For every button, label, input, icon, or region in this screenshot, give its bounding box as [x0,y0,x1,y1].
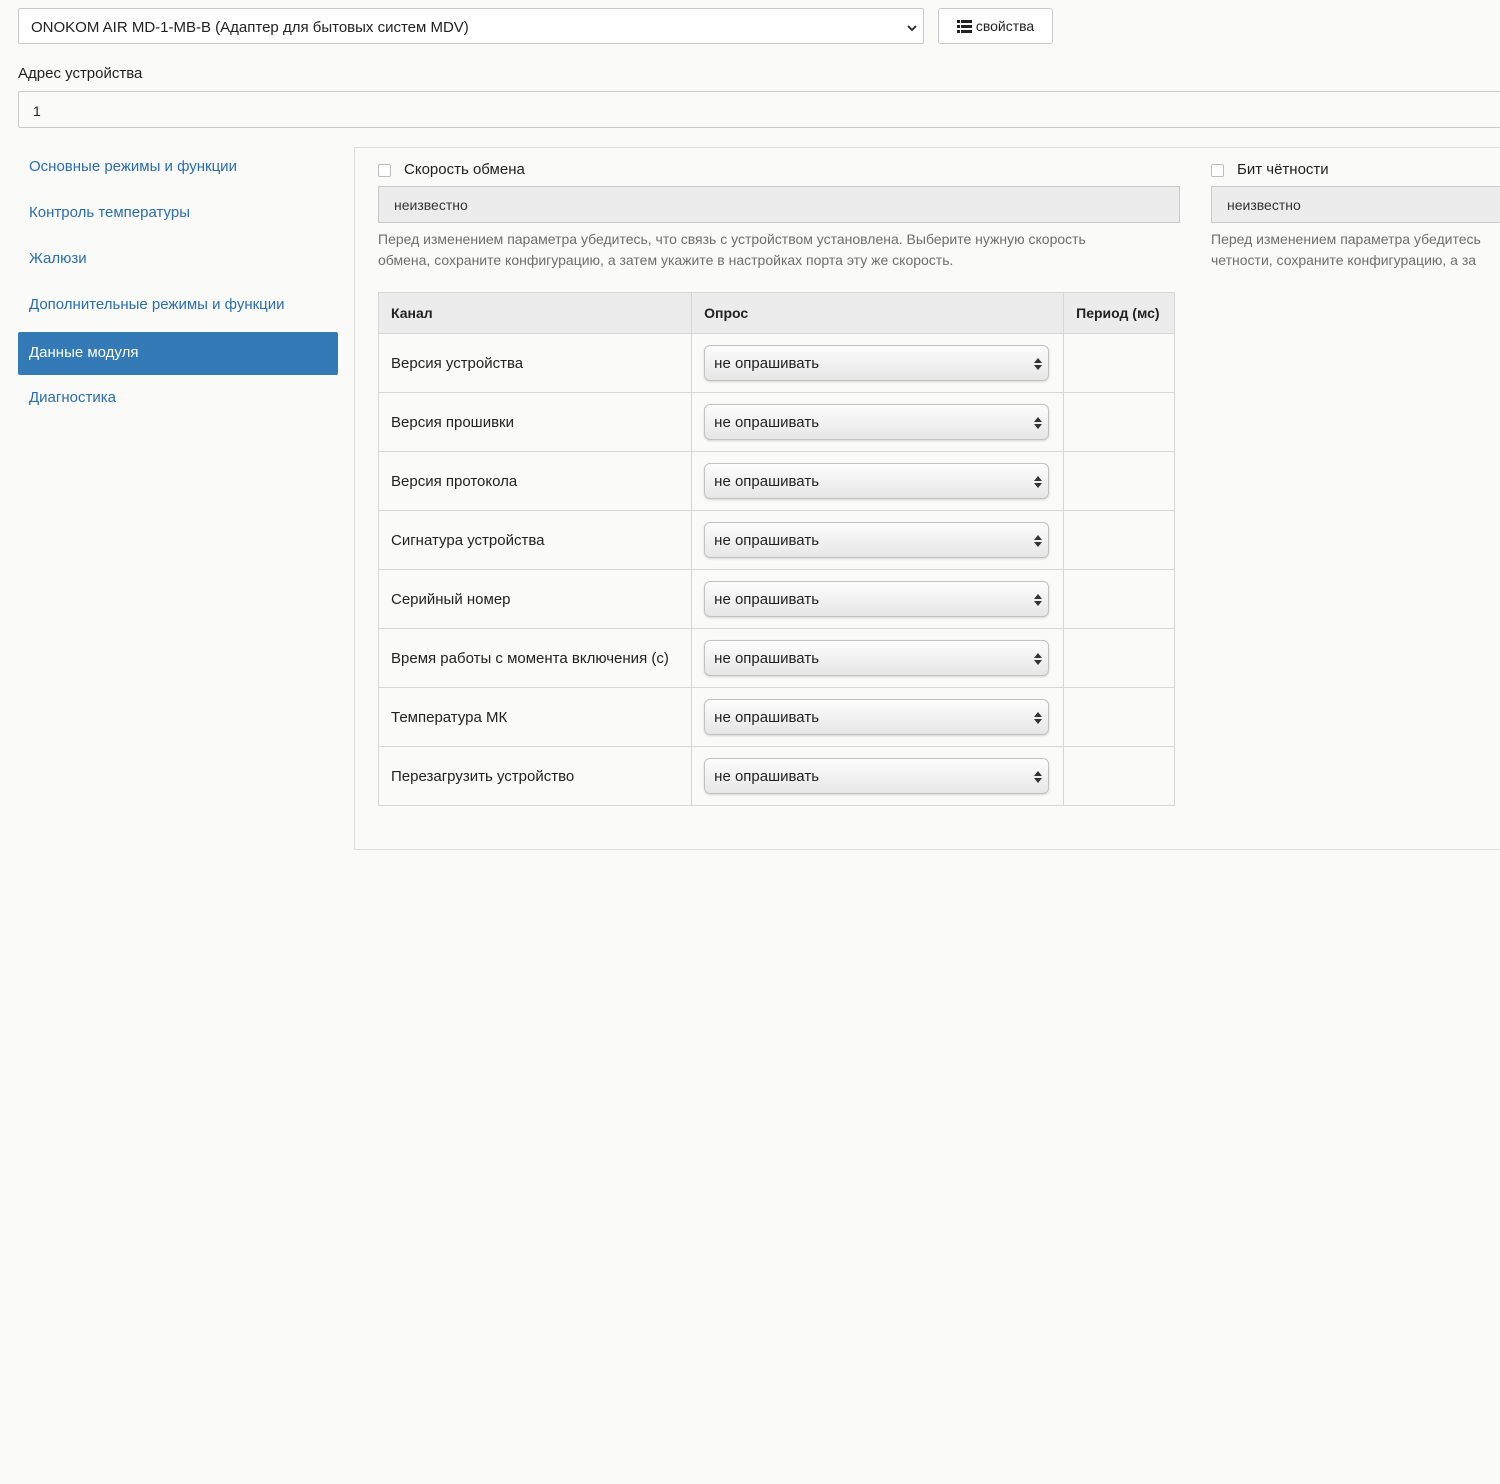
poll-select-value: не опрашивать [714,768,820,785]
poll-cell: не опрашивать [691,628,1065,688]
channel-name: Перезагрузить устройство [377,746,693,806]
channels-table: Канал Опрос Период (мс) Версия устройств… [377,292,1175,806]
poll-select-value: не опрашивать [714,414,820,431]
poll-cell: не опрашивать [691,333,1065,393]
poll-select[interactable]: не опрашивать [704,581,1050,617]
period-cell [1063,392,1175,452]
list-icon [956,19,972,33]
sidebar-item-label: Дополнительные режимы и функции [29,296,285,313]
select-arrows-icon [1034,417,1043,429]
poll-select-value: не опрашивать [714,355,820,372]
sidebar-item-main-modes[interactable]: Основные режимы и функции [18,146,338,189]
parity-label: Бит чётности [1237,161,1329,178]
channel-name: Серийный номер [377,569,693,629]
address-label: Адрес устройства [18,65,143,82]
baud-checkbox[interactable] [378,164,391,177]
address-input-value: 1 [33,103,41,119]
select-arrows-icon [1034,771,1043,783]
poll-select[interactable]: не опрашивать [704,345,1050,381]
select-arrows-icon [1034,653,1043,665]
channel-name: Сигнатура устройства [377,510,693,570]
parity-value: неизвестно [1227,197,1301,213]
channel-name: Версия прошивки [377,392,693,452]
sidebar-item-louvers[interactable]: Жалюзи [18,238,338,281]
sidebar-item-diagnostics[interactable]: Диагностика [18,377,338,420]
channel-name: Температура МК [377,687,693,747]
parity-input[interactable]: неизвестно [1211,186,1500,223]
select-arrows-icon [1034,712,1043,724]
period-cell [1063,569,1175,629]
sidebar-item-temperature[interactable]: Контроль температуры [18,192,338,235]
address-input[interactable]: 1 [18,91,1500,128]
poll-cell: не опрашивать [691,392,1065,452]
poll-select[interactable]: не опрашивать [704,640,1050,676]
baud-help: Перед изменением параметра убедитесь, чт… [378,229,1086,271]
poll-select-value: не опрашивать [714,532,820,549]
table-row: Версия прошивки не опрашивать [377,392,1175,452]
table-row: Серийный номер не опрашивать [377,569,1175,629]
poll-select[interactable]: не опрашивать [704,404,1050,440]
period-cell [1063,687,1175,747]
poll-select[interactable]: не опрашивать [704,463,1050,499]
chevron-down-icon [907,25,917,32]
poll-select[interactable]: не опрашивать [704,758,1050,794]
poll-select[interactable]: не опрашивать [704,699,1050,735]
sidebar-item-label: Диагностика [29,389,116,406]
table-header-row: Канал Опрос Период (мс) [377,292,1175,334]
period-cell [1063,333,1175,393]
channel-name: Время работы с момента включения (с) [377,628,693,688]
select-arrows-icon [1034,594,1043,606]
baud-value: неизвестно [394,197,468,213]
poll-select[interactable]: не опрашивать [704,522,1050,558]
device-select[interactable]: ONOKOM AIR MD-1-MB-B (Адаптер для бытовы… [18,8,924,44]
column-header-period: Период (мс) [1063,292,1175,334]
poll-select-value: не опрашивать [714,709,820,726]
properties-button-label: свойства [975,18,1035,34]
properties-button[interactable]: свойства [938,8,1053,44]
poll-cell: не опрашивать [691,451,1065,511]
table-row: Температура МК не опрашивать [377,687,1175,747]
baud-help-line: Перед изменением параметра убедитесь, чт… [378,231,1086,247]
column-header-poll: Опрос [691,292,1065,334]
sidebar-item-label: Контроль температуры [29,204,190,221]
sidebar-item-module-data[interactable]: Данные модуля [18,332,338,375]
parity-help-line: Перед изменением параметра убедитесь [1211,231,1481,247]
poll-cell: не опрашивать [691,687,1065,747]
select-arrows-icon [1034,535,1043,547]
table-row: Сигнатура устройства не опрашивать [377,510,1175,570]
poll-cell: не опрашивать [691,569,1065,629]
table-row: Перезагрузить устройство не опрашивать [377,746,1175,806]
table-row: Версия протокола не опрашивать [377,451,1175,511]
sidebar-item-label: Жалюзи [29,250,87,267]
parity-help-line: четности, сохраните конфигурацию, а за [1211,252,1477,268]
period-cell [1063,510,1175,570]
column-header-channel: Канал [377,292,693,334]
channel-name: Версия протокола [377,451,693,511]
sidebar-item-label: Основные режимы и функции [29,158,237,175]
parity-help: Перед изменением параметра убедитесь чет… [1211,229,1500,271]
select-arrows-icon [1034,358,1043,370]
poll-select-value: не опрашивать [714,591,820,608]
poll-select-value: не опрашивать [714,650,820,667]
select-arrows-icon [1034,476,1043,488]
table-row: Время работы с момента включения (с) не … [377,628,1175,688]
period-cell [1063,746,1175,806]
parity-checkbox[interactable] [1211,164,1224,177]
period-cell [1063,628,1175,688]
sidebar-item-label: Данные модуля [29,344,139,361]
baud-help-line: обмена, сохраните конфигурацию, а затем … [378,252,954,268]
poll-cell: не опрашивать [691,746,1065,806]
baud-label: Скорость обмена [404,161,525,178]
poll-select-value: не опрашивать [714,473,820,490]
table-row: Версия устройства не опрашивать [377,333,1175,393]
period-cell [1063,451,1175,511]
poll-cell: не опрашивать [691,510,1065,570]
channel-name: Версия устройства [377,333,693,393]
baud-input[interactable]: неизвестно [378,186,1180,223]
sidebar-item-extra-modes[interactable]: Дополнительные режимы и функции [18,284,338,327]
device-select-value: ONOKOM AIR MD-1-MB-B (Адаптер для бытовы… [31,19,469,36]
